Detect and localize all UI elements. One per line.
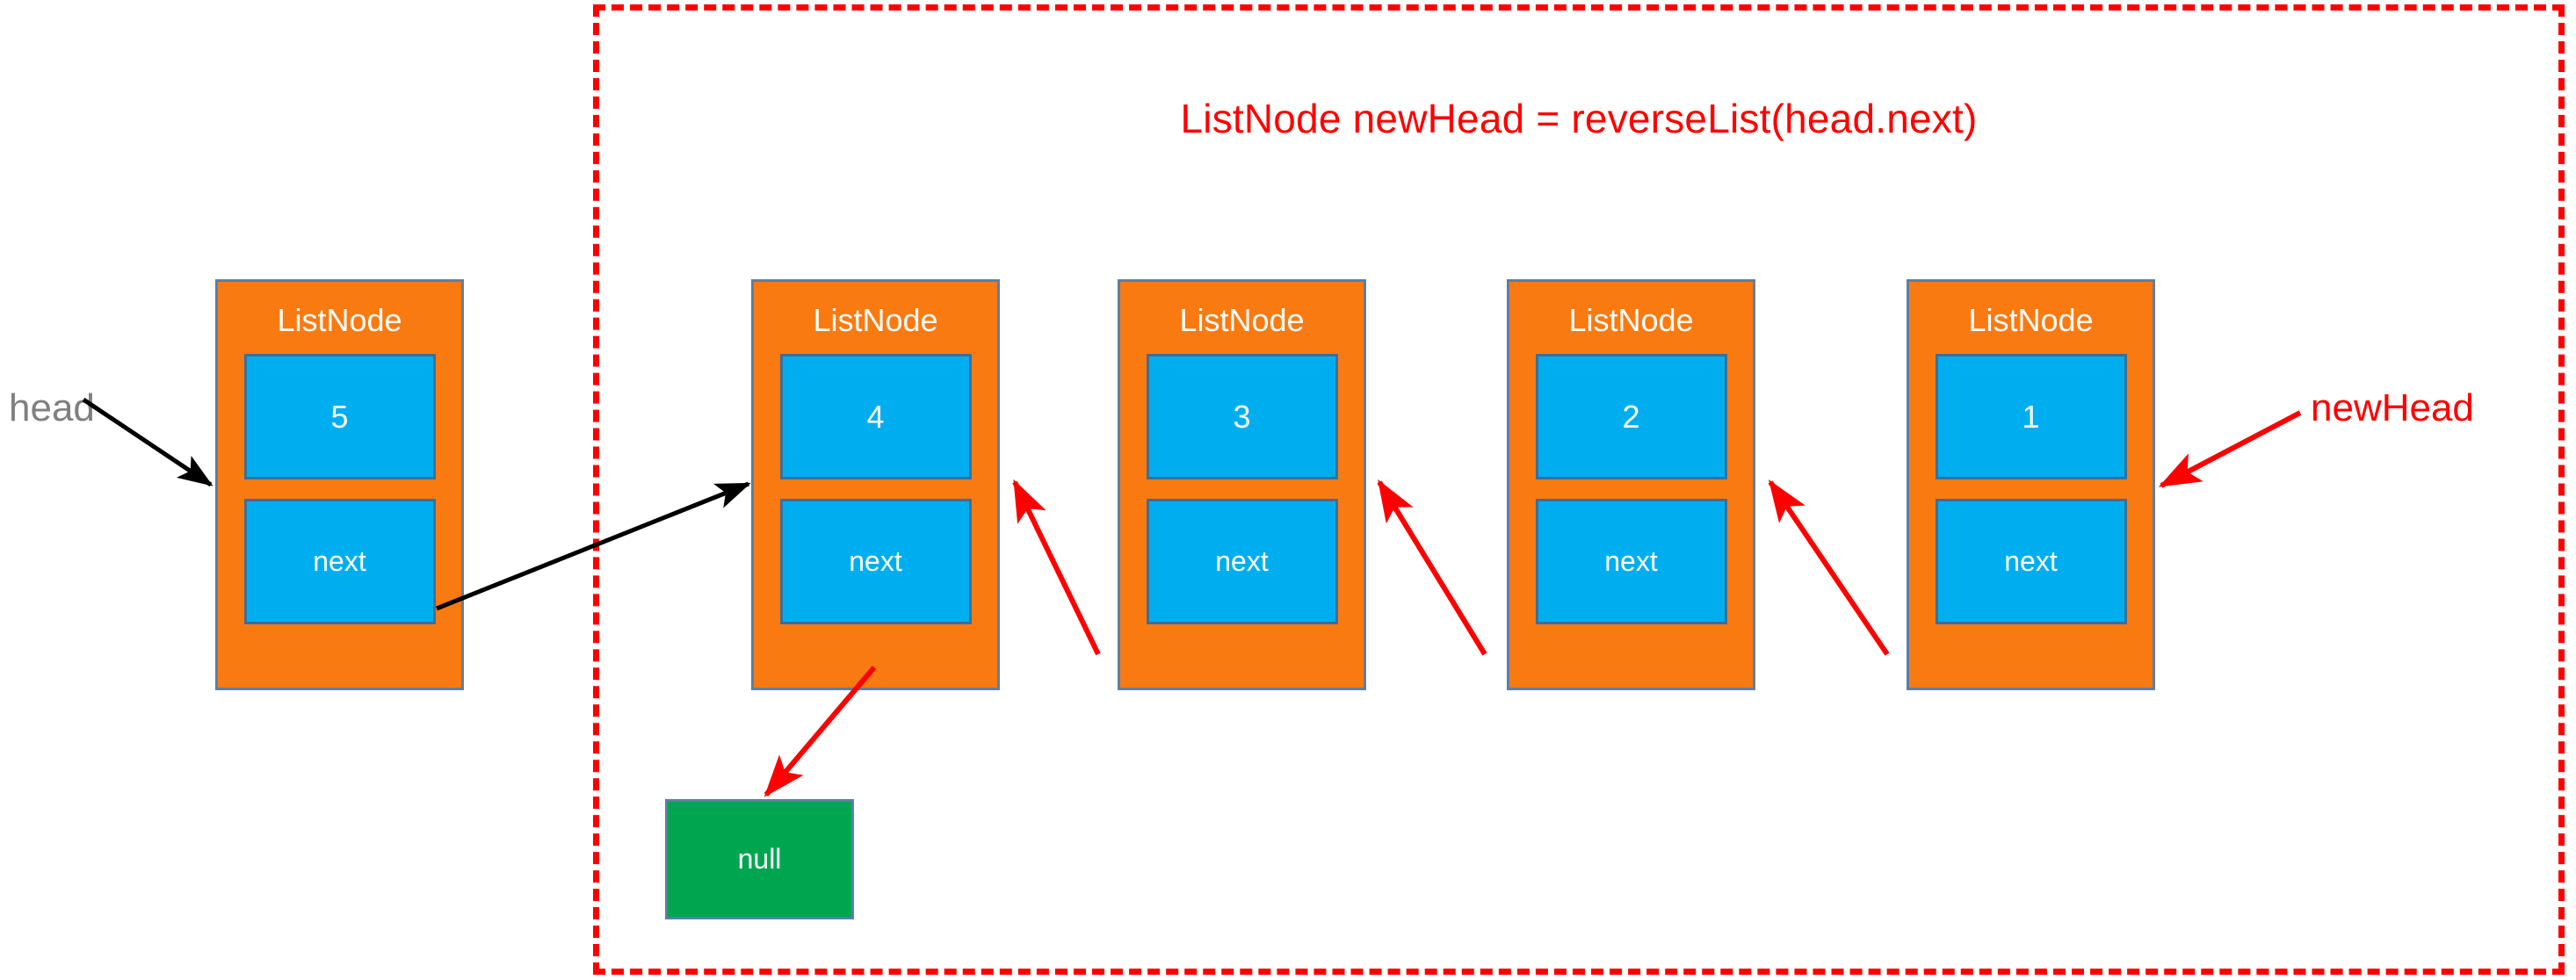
recursion-title: ListNode newHead = reverseList(head.next… [1180, 96, 1978, 141]
list-node-next-cell: next [1935, 499, 2127, 624]
null-node: null [665, 799, 854, 919]
list-node-type-label: ListNode [277, 302, 402, 338]
list-node-value-cell: 1 [1935, 354, 2127, 479]
list-node-type-label: ListNode [813, 302, 938, 338]
list-node-type-label: ListNode [1179, 302, 1305, 338]
list-node-type-label: ListNode [1968, 302, 2094, 338]
list-node-next-cell: next [243, 499, 436, 624]
head-pointer-label: head [9, 386, 95, 429]
list-node-value-cell: 5 [243, 354, 436, 479]
head-to-node5 [82, 397, 213, 487]
list-node-next-cell: next [1535, 499, 1727, 624]
list-node-4: ListNode 4 next [751, 279, 1000, 690]
list-node-1: ListNode 1 next [1907, 279, 2155, 690]
list-node-type-label: ListNode [1568, 302, 1694, 338]
list-node-next-cell: next [779, 499, 972, 624]
list-node-2: ListNode 2 next [1507, 279, 1755, 690]
diagram-canvas: ListNode newHead = reverseList(head.next… [0, 0, 2576, 980]
list-node-value-cell: 4 [779, 354, 972, 479]
list-node-3: ListNode 3 next [1118, 279, 1366, 690]
newhead-pointer-label: newHead [2311, 386, 2474, 429]
list-node-5: ListNode 5 next [215, 279, 464, 690]
list-node-value-cell: 3 [1146, 354, 1338, 479]
list-node-next-cell: next [1146, 499, 1338, 624]
list-node-value-cell: 2 [1535, 354, 1727, 479]
